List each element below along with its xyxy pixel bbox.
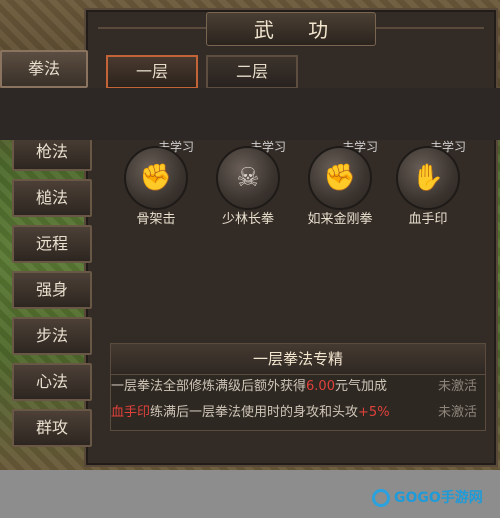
skill-slot-3[interactable]: 未学习 ✊ 如来金刚拳	[298, 138, 382, 227]
sidebar-item-aoe[interactable]: 群攻	[12, 409, 92, 447]
skill-slot-4[interactable]: 未学习 ✋ 血手印	[386, 138, 470, 227]
fist-icon: ✊	[124, 146, 188, 210]
spec-row-value: 6.00	[306, 379, 335, 394]
spec-row-text: 练满后一层拳法使用时的身攻和头攻	[150, 405, 359, 420]
specialization-title: 一层拳法专精	[111, 344, 485, 375]
sidebar-item-fortify[interactable]: 强身	[12, 271, 92, 309]
spec-row-skill: 血手印	[111, 405, 151, 420]
spec-row-status: 未激活	[437, 405, 477, 420]
spec-row-2: 血手印练满后一层拳法使用时的身攻和头攻+5% 未激活	[111, 402, 483, 424]
skill-name: 少林长拳	[221, 212, 274, 227]
sidebar-item-ranged[interactable]: 远程	[12, 225, 92, 263]
impact-fist-icon: ✊	[308, 146, 372, 210]
logo-icon	[372, 489, 390, 507]
watermark-logo: GOGO手游网	[372, 487, 483, 509]
sidebar-item-footwork[interactable]: 步法	[12, 317, 92, 355]
bloody-hand-icon: ✋	[396, 146, 460, 210]
skill-name: 血手印	[408, 212, 448, 227]
sidebar-item-hammer[interactable]: 槌法	[12, 179, 92, 217]
redaction-overlay	[0, 88, 500, 140]
sidebar-item-fist[interactable]: 拳法	[0, 50, 88, 88]
watermark-text: GOGO手游网	[394, 490, 483, 506]
skill-name: 骨架击	[136, 212, 176, 227]
spec-row-status: 未激活	[437, 379, 477, 394]
panel-title: 武 功	[206, 12, 376, 46]
tab-layer-2[interactable]: 二层	[206, 55, 298, 89]
skill-name: 如来金刚拳	[307, 212, 373, 227]
spec-row-value: +5%	[358, 405, 390, 420]
skill-slot-2[interactable]: 未学习 ☠ 少林长拳	[206, 138, 290, 227]
spec-row-text: 一层拳法全部修炼满级后额外获得	[111, 379, 307, 394]
skull-crossbones-icon: ☠	[216, 146, 280, 210]
skill-slot-1[interactable]: 未学习 ✊ 骨架击	[114, 138, 198, 227]
sidebar-item-mind[interactable]: 心法	[12, 363, 92, 401]
spec-row-text: 元气加成	[334, 379, 387, 394]
tab-layer-1[interactable]: 一层	[106, 55, 198, 89]
specialization-panel: 一层拳法专精 一层拳法全部修炼满级后额外获得6.00元气加成 未激活 血手印练满…	[110, 343, 486, 431]
spec-row-1: 一层拳法全部修炼满级后额外获得6.00元气加成 未激活	[111, 376, 483, 398]
